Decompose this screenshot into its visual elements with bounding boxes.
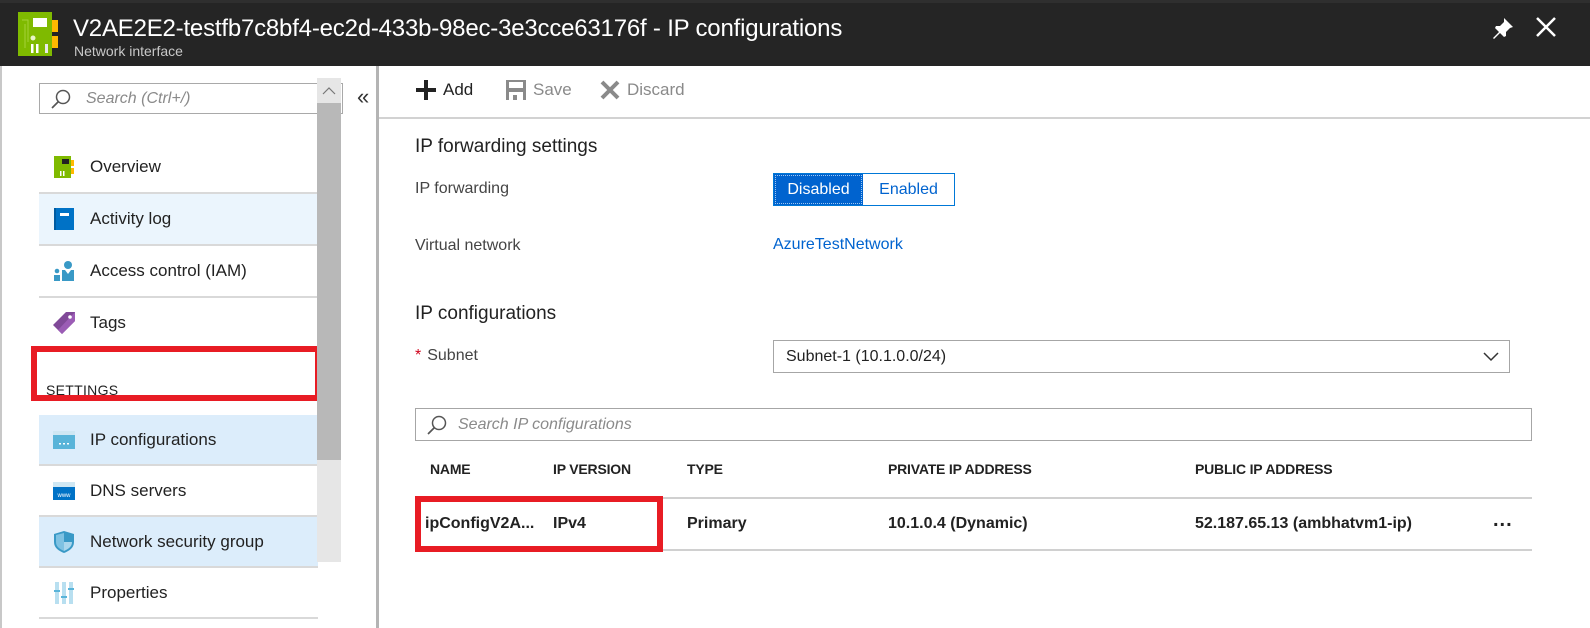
ip-configurations-section-title: IP configurations	[415, 303, 557, 324]
page-title: V2AE2E2-testfb7c8bf4-ec2d-433b-98ec-3e3c…	[73, 15, 843, 42]
save-icon	[506, 80, 526, 100]
sidebar-item-ip-configurations[interactable]: IP configurations	[39, 415, 318, 466]
table-row[interactable]: ipConfigV2A... IPv4 Primary 10.1.0.4 (Dy…	[415, 499, 1532, 551]
activity-log-icon	[52, 207, 76, 231]
dns-servers-icon: www	[52, 479, 76, 503]
virtual-network-link[interactable]: AzureTestNetwork	[773, 236, 903, 254]
shield-icon	[52, 530, 76, 554]
plus-icon	[416, 80, 436, 100]
add-button-label: Add	[443, 80, 474, 99]
access-control-icon	[52, 259, 76, 283]
page-subtitle: Network interface	[74, 43, 183, 59]
search-icon	[51, 89, 71, 109]
sidebar-item-activity-log[interactable]: Activity log	[39, 194, 318, 246]
network-interface-icon	[18, 12, 58, 56]
scroll-up-button[interactable]	[317, 78, 341, 103]
collapse-menu-button[interactable]: «	[357, 84, 369, 110]
sidebar-item-label: DNS servers	[90, 480, 187, 500]
sidebar-item-label: Access control (IAM)	[90, 261, 247, 280]
more-options-button[interactable]: ...	[1493, 509, 1513, 532]
save-button[interactable]: Save	[505, 79, 572, 101]
search-icon	[427, 415, 447, 435]
column-header-name[interactable]: NAME	[430, 461, 471, 477]
ip-configurations-icon	[52, 428, 76, 452]
menu-list: Overview Activity log Access control (IA…	[39, 142, 318, 350]
subnet-label: * Subnet	[415, 347, 478, 365]
sidebar-item-label: Activity log	[90, 209, 172, 228]
ip-config-search-input[interactable]	[458, 415, 1358, 434]
subnet-selected-value: Subnet-1 (10.1.0.0/24)	[786, 347, 947, 365]
chevron-up-icon	[322, 86, 336, 94]
tag-icon	[52, 311, 76, 335]
ip-forwarding-toggle: Disabled Enabled	[773, 173, 955, 206]
discard-button-label: Discard	[627, 80, 685, 99]
network-interface-icon	[52, 155, 76, 179]
menu-search-input[interactable]	[86, 89, 326, 108]
subnet-dropdown[interactable]: Subnet-1 (10.1.0.0/24)	[773, 340, 1510, 373]
settings-menu-list: IP configurations www DNS servers Networ…	[39, 415, 318, 619]
ip-forwarding-enabled-option[interactable]: Enabled	[863, 174, 954, 205]
cell-private-ip: 10.1.0.4 (Dynamic)	[888, 515, 1028, 532]
ip-config-search-box[interactable]	[415, 408, 1532, 441]
column-header-private-ip[interactable]: PRIVATE IP ADDRESS	[888, 461, 1032, 477]
settings-section-header: SETTINGS	[46, 382, 119, 398]
sidebar-item-label: Tags	[90, 313, 126, 332]
sidebar-item-dns-servers[interactable]: www DNS servers	[39, 466, 318, 517]
menu-search-box[interactable]	[39, 83, 343, 114]
add-button[interactable]: Add	[415, 79, 473, 101]
column-header-ip-version[interactable]: IP VERSION	[553, 461, 631, 477]
close-icon[interactable]	[1532, 13, 1560, 41]
required-marker: *	[415, 347, 422, 364]
sidebar-item-label: Network security group	[90, 531, 264, 551]
sidebar-item-label: Properties	[90, 582, 168, 602]
sidebar-item-label: Overview	[90, 157, 161, 176]
virtual-network-label: Virtual network	[415, 237, 521, 254]
table-header: NAME IP VERSION TYPE PRIVATE IP ADDRESS …	[415, 461, 1532, 499]
ip-forwarding-disabled-option[interactable]: Disabled	[774, 174, 863, 205]
sidebar-item-access-control[interactable]: Access control (IAM)	[39, 246, 318, 298]
svg-text:www: www	[57, 493, 72, 499]
cell-name: ipConfigV2A...	[425, 515, 535, 532]
cell-public-ip: 52.187.65.13 (ambhatvm1-ip)	[1195, 515, 1412, 532]
cell-type: Primary	[687, 515, 747, 532]
chevron-down-icon	[1483, 352, 1499, 362]
sidebar-item-label: IP configurations	[90, 429, 217, 449]
content-pane: Add Save Discard IP forwarding settings …	[379, 66, 1590, 628]
ip-forwarding-label: IP forwarding	[415, 180, 509, 197]
ip-forwarding-section-title: IP forwarding settings	[415, 136, 598, 157]
subnet-label-text: Subnet	[427, 347, 478, 364]
column-header-public-ip[interactable]: PUBLIC IP ADDRESS	[1195, 461, 1333, 477]
sidebar-item-overview[interactable]: Overview	[39, 142, 318, 194]
pin-icon[interactable]	[1490, 15, 1516, 41]
discard-button[interactable]: Discard	[599, 79, 685, 101]
title-bar: V2AE2E2-testfb7c8bf4-ec2d-433b-98ec-3e3c…	[0, 0, 1590, 66]
column-header-type[interactable]: TYPE	[687, 461, 723, 477]
properties-icon	[52, 581, 76, 605]
save-button-label: Save	[533, 80, 572, 99]
cell-ip-version: IPv4	[553, 515, 586, 532]
sidebar-item-network-security-group[interactable]: Network security group	[39, 517, 318, 568]
scrollbar-thumb[interactable]	[317, 103, 341, 460]
discard-icon	[600, 80, 620, 100]
sidebar-item-tags[interactable]: Tags	[39, 298, 318, 350]
command-bar: Add Save Discard	[379, 66, 1590, 119]
sidebar-item-properties[interactable]: Properties	[39, 568, 318, 619]
